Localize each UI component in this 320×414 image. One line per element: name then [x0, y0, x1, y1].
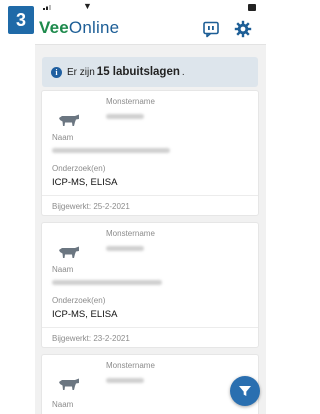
tests-value: ICP-MS, ELISA [52, 177, 118, 188]
info-icon: i [51, 66, 62, 78]
message-icon[interactable] [202, 20, 220, 38]
updated-date: Bijgewerkt: 25-2-2021 [52, 202, 130, 211]
filter-icon [239, 386, 251, 396]
status-bar: ▼ [35, 0, 266, 14]
sample-label: Monstername [106, 361, 155, 370]
app-title: VeeOnline [39, 18, 119, 38]
app-title-vee: Vee [39, 18, 69, 37]
cow-icon [59, 114, 79, 126]
name-label: Naam [52, 265, 74, 274]
results-banner: i Er zijn 15 labuitslagen . [42, 57, 258, 87]
name-value-blurred [52, 280, 162, 285]
app-bar: VeeOnline [35, 14, 266, 45]
name-value-blurred [52, 148, 170, 153]
cow-icon [59, 246, 79, 258]
sample-value-blurred [106, 246, 144, 251]
tests-value: ICP-MS, ELISA [52, 309, 118, 320]
lab-result-card[interactable]: Monstername Naam [42, 355, 258, 414]
step-badge: 3 [8, 6, 34, 34]
name-label: Naam [52, 133, 74, 142]
card-divider [42, 327, 258, 328]
sample-value-blurred [106, 114, 144, 119]
name-label: Naam [52, 400, 74, 409]
wifi-icon: ▼ [83, 1, 92, 11]
banner-prefix: Er zijn [67, 66, 95, 78]
banner-count: 15 labuitslagen [96, 66, 180, 78]
sample-label: Monstername [106, 97, 155, 106]
battery-icon [248, 4, 256, 11]
filter-button[interactable] [230, 376, 260, 406]
lab-result-card[interactable]: Monstername Naam Onderzoek(en) ICP-MS, E… [42, 223, 258, 347]
signal-icon [43, 5, 51, 10]
sample-value-blurred [106, 378, 144, 383]
app-title-online: Online [68, 18, 120, 37]
phone-screen: ▼ VeeOnline i Er zijn 15 labuitslagen . … [35, 0, 266, 414]
gear-icon[interactable] [234, 20, 252, 38]
updated-date: Bijgewerkt: 23-2-2021 [52, 334, 130, 343]
cow-icon [59, 378, 79, 390]
tests-label: Onderzoek(en) [52, 296, 106, 305]
sample-label: Monstername [106, 229, 155, 238]
banner-suffix: . [181, 66, 185, 78]
card-divider [42, 195, 258, 196]
tests-label: Onderzoek(en) [52, 164, 106, 173]
lab-result-card[interactable]: Monstername Naam Onderzoek(en) ICP-MS, E… [42, 91, 258, 215]
